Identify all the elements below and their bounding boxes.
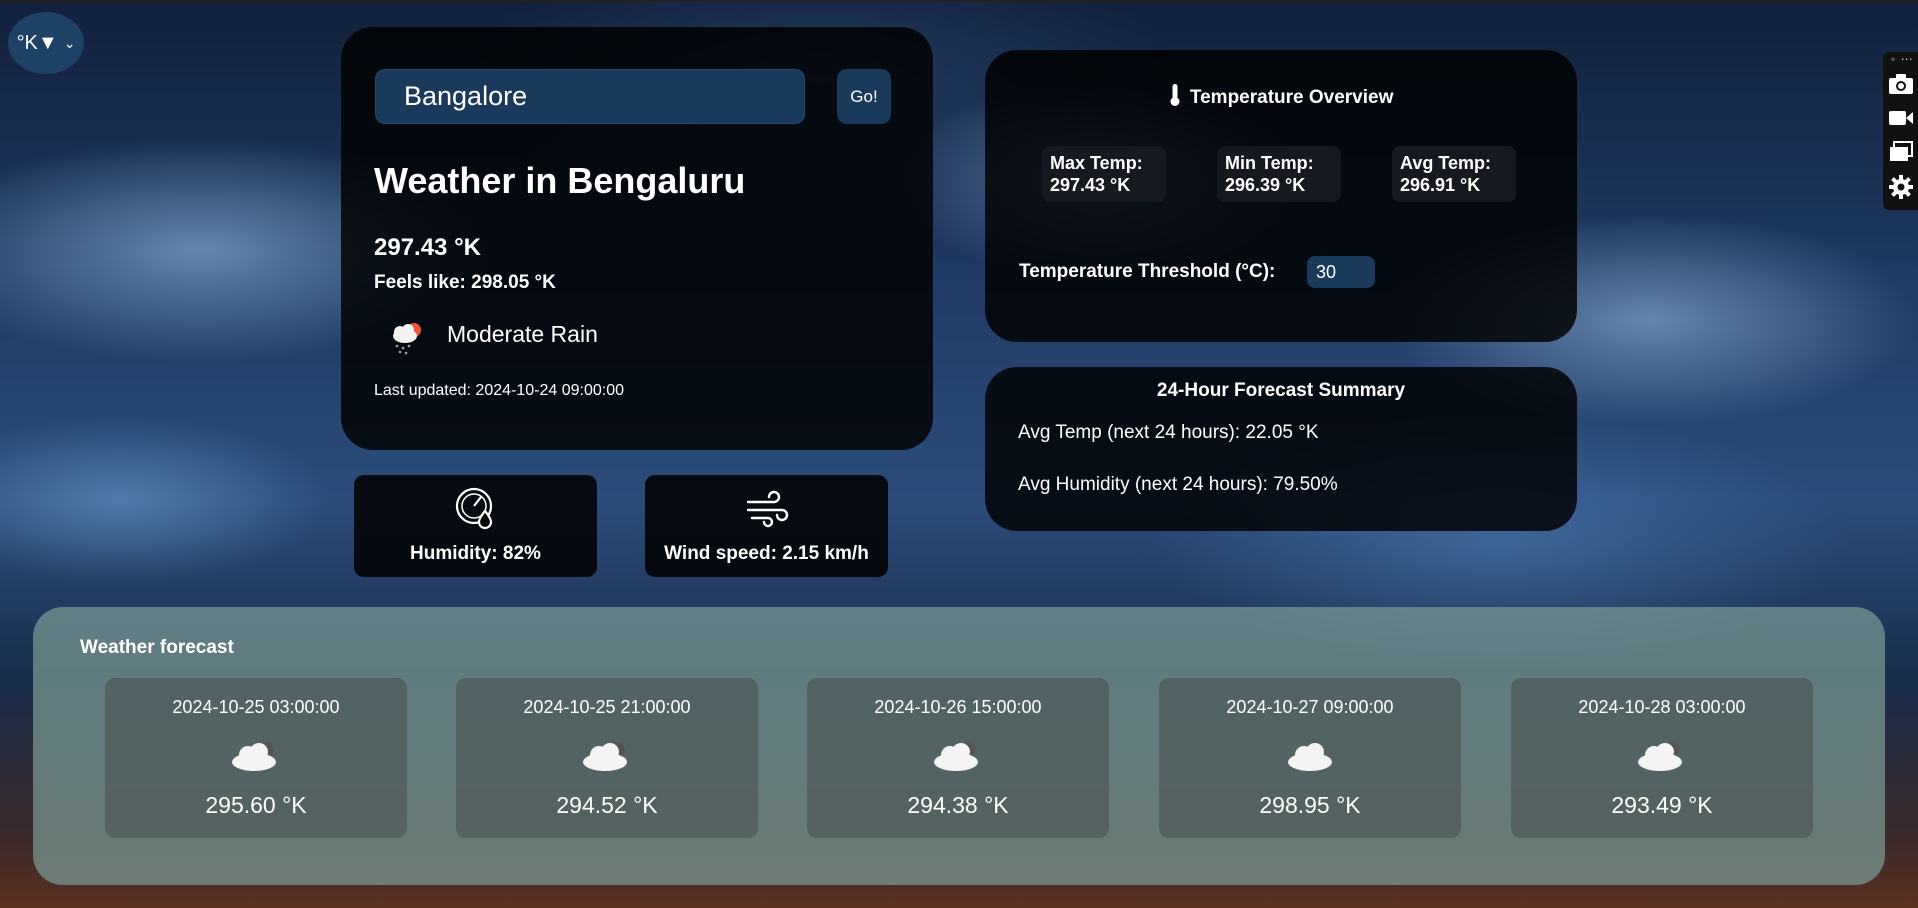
go-button[interactable]: Go! [837, 69, 891, 124]
forecast-temp: 298.95 °K [1259, 792, 1361, 818]
min-temp-value: 296.39 °K [1225, 175, 1306, 195]
unit-selector[interactable]: °K▼ ⌄ [8, 12, 84, 74]
chevron-down-icon: ⌄ [63, 34, 76, 51]
wind-card: Wind speed: 2.15 km/h [645, 475, 888, 577]
side-toolbar: ◦ ⋯ [1883, 52, 1918, 210]
min-temp-label: Min Temp: [1225, 153, 1314, 173]
threshold-input[interactable]: 30 [1307, 256, 1375, 288]
current-temperature: 297.43 °K [374, 234, 482, 261]
unit-selector-value: °K▼ [16, 31, 58, 54]
max-temp-box: Max Temp: 297.43 °K [1042, 146, 1166, 202]
forecast-date: 2024-10-25 03:00:00 [172, 697, 340, 717]
min-temp-box: Min Temp: 296.39 °K [1217, 146, 1341, 202]
overview-title-row: Temperature Overview [985, 83, 1577, 109]
max-temp-value: 297.43 °K [1050, 175, 1131, 195]
windows-icon[interactable] [1888, 140, 1914, 164]
summary-avg-temp: Avg Temp (next 24 hours): 22.05 °K [1018, 422, 1319, 443]
forecast-temp: 295.60 °K [205, 792, 307, 818]
forecast-date: 2024-10-27 09:00:00 [1226, 697, 1394, 717]
wind-icon [746, 490, 788, 528]
forecast-card: 2024-10-25 21:00:00 294.52 °K [456, 678, 758, 838]
current-weather-card: Bangalore Go! Weather in Bengaluru 297.4… [341, 27, 933, 450]
forecast-card: 2024-10-26 15:00:00 294.38 °K [807, 678, 1109, 838]
forecast-summary-card: 24-Hour Forecast Summary Avg Temp (next … [985, 367, 1577, 531]
cloud-icon [934, 742, 978, 771]
window-top-border [0, 0, 1918, 2]
avg-temp-label: Avg Temp: [1400, 153, 1492, 173]
forecast-card: 2024-10-28 03:00:00 293.49 °K [1511, 678, 1813, 838]
gear-icon[interactable] [1888, 174, 1914, 200]
temperature-overview-card: Temperature Overview Max Temp: 297.43 °K… [985, 50, 1577, 342]
video-icon[interactable] [1888, 106, 1914, 130]
forecast-title: Weather forecast [80, 637, 234, 658]
forecast-date: 2024-10-25 21:00:00 [523, 697, 691, 717]
summary-avg-humidity: Avg Humidity (next 24 hours): 79.50% [1018, 474, 1338, 495]
forecast-date: 2024-10-28 03:00:00 [1578, 697, 1746, 717]
weather-title: Weather in Bengaluru [374, 160, 746, 201]
cloud-sun-rain-icon [393, 323, 421, 355]
camera-icon[interactable] [1888, 72, 1914, 96]
forecast-card: 2024-10-27 09:00:00 298.95 °K [1159, 678, 1461, 838]
cloud-icon [1638, 742, 1682, 771]
humidity-gauge-icon [455, 487, 492, 530]
cloud-icon [232, 742, 276, 771]
overview-title: Temperature Overview [1189, 87, 1394, 108]
cloud-icon [583, 742, 627, 771]
feels-like: Feels like: 298.05 °K [374, 272, 556, 293]
threshold-label: Temperature Threshold (°C): [1019, 261, 1276, 282]
summary-title: 24-Hour Forecast Summary [1156, 380, 1406, 401]
max-temp-label: Max Temp: [1050, 153, 1143, 173]
thermometer-icon [1170, 84, 1180, 106]
city-search-input[interactable]: Bangalore [375, 69, 805, 124]
forecast-temp: 293.49 °K [1611, 792, 1713, 818]
avg-temp-box: Avg Temp: 296.91 °K [1392, 146, 1516, 202]
weather-forecast-panel: Weather forecast 2024-10-25 03:00:00 295… [33, 607, 1885, 885]
condition-text: Moderate Rain [447, 321, 598, 347]
humidity-label: Humidity: 82% [410, 543, 541, 564]
wind-label: Wind speed: 2.15 km/h [664, 543, 869, 564]
forecast-date: 2024-10-26 15:00:00 [874, 697, 1042, 717]
last-updated: Last updated: 2024-10-24 09:00:00 [374, 382, 624, 399]
forecast-temp: 294.38 °K [907, 792, 1009, 818]
cloud-icon [1288, 743, 1332, 771]
forecast-temp: 294.52 °K [556, 792, 658, 818]
toolbar-menu-dots[interactable]: ◦ ⋯ [1891, 52, 1914, 66]
avg-temp-value: 296.91 °K [1400, 175, 1481, 195]
humidity-card: Humidity: 82% [354, 475, 597, 577]
forecast-card: 2024-10-25 03:00:00 295.60 °K [105, 678, 407, 838]
